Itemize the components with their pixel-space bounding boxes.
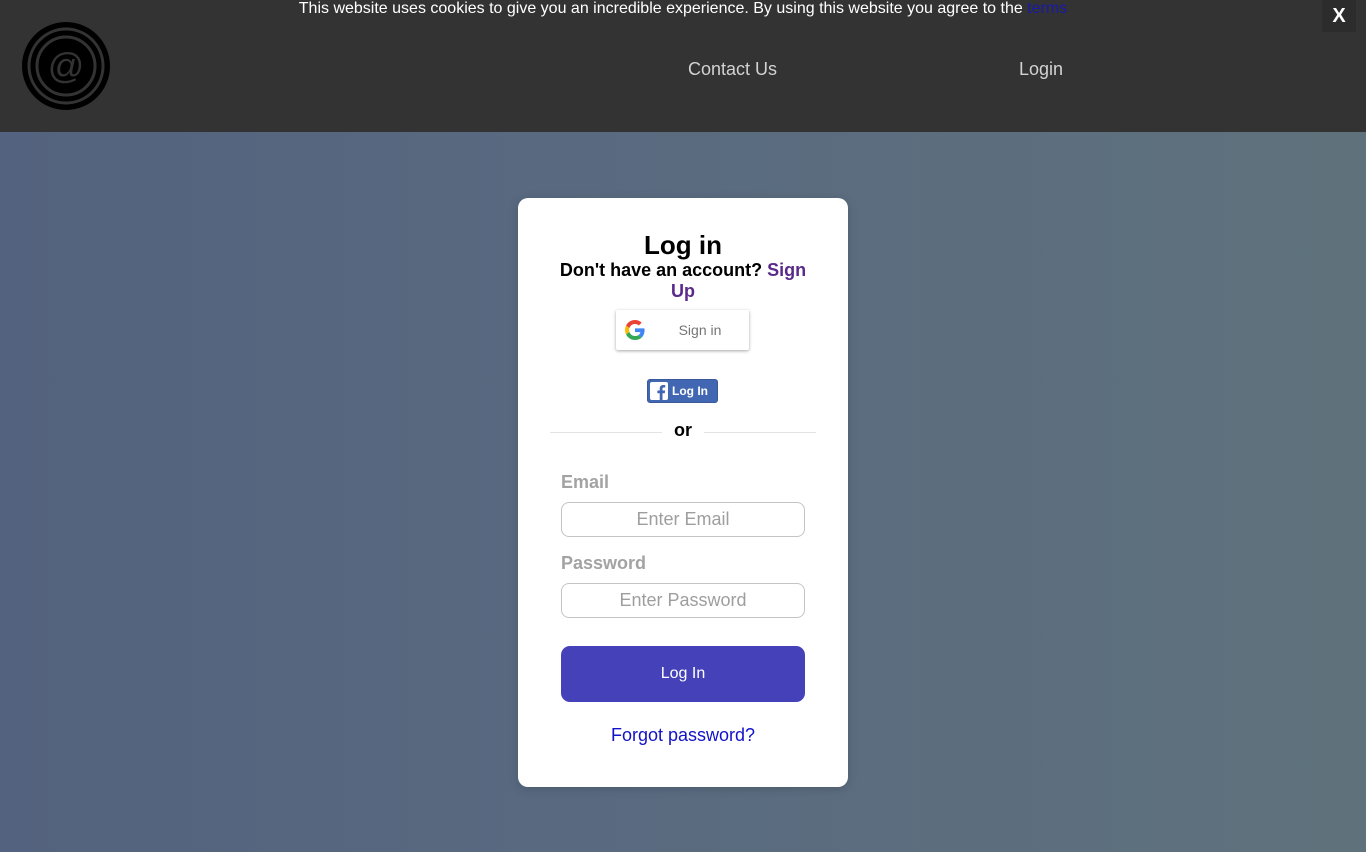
at-sign-target-icon: @ <box>22 22 110 110</box>
facebook-icon <box>650 382 668 400</box>
top-navbar: This website uses cookies to give you an… <box>0 0 1366 132</box>
terms-link[interactable]: terms <box>1027 0 1067 17</box>
email-label: Email <box>561 472 610 492</box>
site-logo[interactable]: @ <box>22 22 110 110</box>
log-in-button[interactable]: Log In <box>561 646 805 702</box>
facebook-login-button[interactable]: Log In <box>647 379 718 403</box>
google-sign-in-button[interactable]: Sign in <box>616 310 749 350</box>
nav-contact-us[interactable]: Contact Us <box>688 58 777 80</box>
svg-text:@: @ <box>48 45 85 86</box>
cookie-banner-text: This website uses cookies to give you an… <box>298 0 1023 17</box>
divider-or: or <box>674 420 692 440</box>
cookie-close-button[interactable]: X <box>1322 0 1356 32</box>
divider-left <box>550 432 662 433</box>
cookie-banner: This website uses cookies to give you an… <box>0 0 1366 18</box>
password-field[interactable] <box>561 583 805 618</box>
page-title: Log in <box>644 230 722 260</box>
nav-login[interactable]: Login <box>1019 58 1063 80</box>
password-label: Password <box>561 553 647 573</box>
login-card: Log in Don't have an account? Sign Up Si… <box>518 198 848 787</box>
divider-right <box>704 432 816 433</box>
forgot-password-link[interactable]: Forgot password? <box>518 724 848 746</box>
google-icon <box>625 320 645 340</box>
signup-prompt: Don't have an account? Sign Up <box>558 260 808 302</box>
facebook-login-label: Log In <box>672 384 708 398</box>
no-account-text: Don't have an account? <box>559 260 763 280</box>
email-field[interactable] <box>561 502 805 537</box>
google-sign-in-label: Sign in <box>678 322 722 338</box>
